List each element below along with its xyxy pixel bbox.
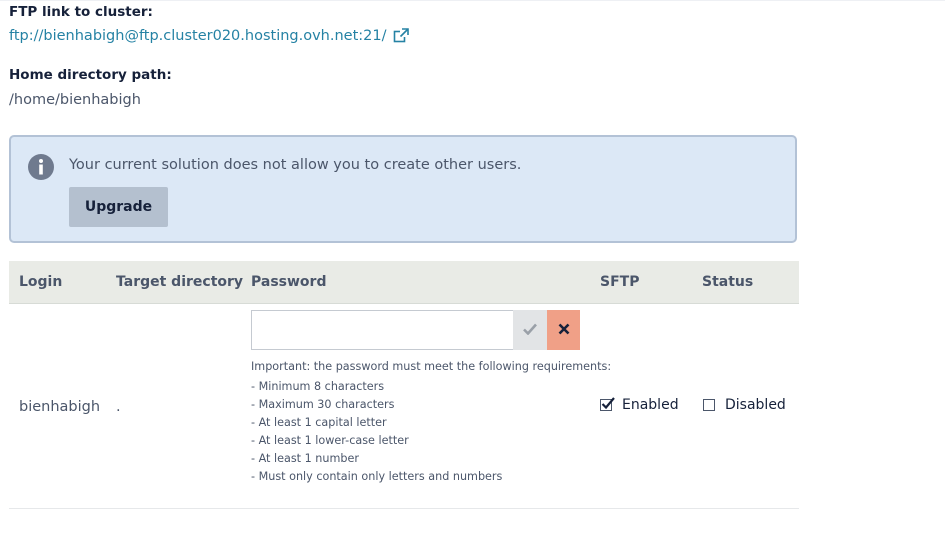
password-input[interactable] bbox=[251, 310, 514, 350]
home-directory-label: Home directory path: bbox=[9, 67, 172, 83]
users-table-header: Login Target directory Password SFTP Sta… bbox=[9, 261, 799, 304]
requirement-item: - Must only contain only letters and num… bbox=[251, 470, 503, 483]
upgrade-notice: Your current solution does not allow you… bbox=[9, 135, 797, 243]
external-link-icon[interactable] bbox=[393, 28, 409, 44]
column-header-login: Login bbox=[19, 274, 63, 290]
row-divider bbox=[9, 508, 799, 509]
sftp-enabled-option[interactable]: Enabled bbox=[600, 397, 679, 413]
ftp-link-row: ftp://bienhabigh@ftp.cluster020.hosting.… bbox=[9, 28, 409, 44]
status-disabled-option[interactable]: Disabled bbox=[703, 397, 786, 413]
target-directory-cell: . bbox=[116, 399, 121, 415]
cancel-password-button[interactable] bbox=[547, 310, 580, 350]
info-icon bbox=[27, 153, 55, 185]
sftp-enabled-checkbox[interactable] bbox=[600, 397, 615, 411]
validate-password-button[interactable] bbox=[513, 310, 547, 350]
login-cell: bienhabigh bbox=[19, 399, 101, 415]
requirement-item: - Maximum 30 characters bbox=[251, 398, 395, 411]
requirement-item: - At least 1 capital letter bbox=[251, 416, 387, 429]
home-directory-path: /home/bienhabigh bbox=[9, 92, 141, 108]
sftp-enabled-label: Enabled bbox=[622, 397, 679, 413]
checkmark-icon bbox=[601, 397, 615, 410]
close-icon bbox=[558, 323, 570, 338]
top-border bbox=[0, 0, 945, 1]
requirement-item: - At least 1 lower-case letter bbox=[251, 434, 409, 447]
upgrade-button[interactable]: Upgrade bbox=[69, 187, 168, 227]
status-disabled-label: Disabled bbox=[725, 397, 786, 413]
column-header-password: Password bbox=[251, 274, 327, 290]
ftp-link[interactable]: ftp://bienhabigh@ftp.cluster020.hosting.… bbox=[9, 28, 387, 44]
column-header-sftp: SFTP bbox=[600, 274, 640, 290]
notice-text: Your current solution does not allow you… bbox=[69, 157, 522, 173]
ftp-link-label: FTP link to cluster: bbox=[9, 4, 153, 20]
password-requirements-list: - Minimum 8 characters - Maximum 30 char… bbox=[251, 378, 502, 486]
password-requirements-title: Important: the password must meet the fo… bbox=[251, 360, 612, 373]
column-header-target-directory: Target directory bbox=[116, 274, 244, 290]
requirement-item: - Minimum 8 characters bbox=[251, 380, 385, 393]
column-header-status: Status bbox=[702, 274, 754, 290]
requirement-item: - At least 1 number bbox=[251, 452, 359, 465]
status-disabled-checkbox[interactable] bbox=[703, 399, 715, 411]
check-icon bbox=[523, 323, 537, 338]
